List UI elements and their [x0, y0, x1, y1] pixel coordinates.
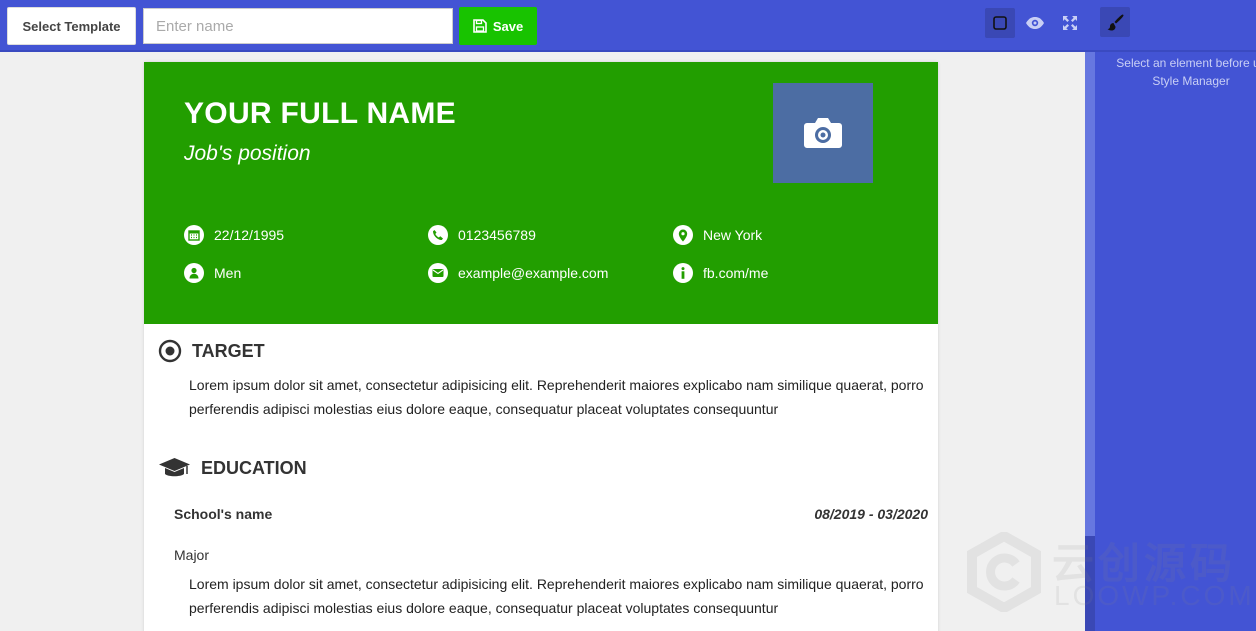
resume-canvas[interactable]: YOUR FULL NAME Job's position 22/12/1995…	[144, 62, 938, 631]
education-dates[interactable]: 08/2019 - 03/2020	[814, 506, 928, 522]
target-heading[interactable]: TARGET	[158, 339, 265, 363]
gender-text: Men	[214, 265, 242, 281]
save-button-label: Save	[492, 18, 524, 34]
info-city[interactable]: New York	[673, 225, 762, 245]
camera-icon	[804, 118, 842, 148]
message-line-2: Style Manager	[1152, 74, 1230, 88]
envelope-icon	[428, 263, 448, 283]
calendar-icon	[184, 225, 204, 245]
watermark-logo-icon	[967, 532, 1041, 612]
graduation-cap-icon	[159, 458, 190, 477]
info-social[interactable]: fb.com/me	[673, 263, 768, 283]
phone-text: 0123456789	[458, 227, 536, 243]
user-icon	[184, 263, 204, 283]
eye-icon	[1026, 17, 1044, 29]
style-manager-message: Select an element before us Style Manage…	[1095, 52, 1256, 90]
birthday-text: 22/12/1995	[214, 227, 285, 243]
info-email[interactable]: example@example.com	[428, 263, 608, 283]
fullscreen-button[interactable]	[1055, 8, 1085, 38]
email-text: example@example.com	[458, 265, 609, 281]
target-text[interactable]: Lorem ipsum dolor sit amet, consectetur …	[189, 373, 929, 421]
save-button[interactable]: Save	[459, 7, 537, 45]
floppy-disk-icon	[473, 19, 487, 33]
phone-icon	[428, 225, 448, 245]
message-line-1: Select an element before us	[1116, 56, 1256, 70]
bullseye-icon	[158, 339, 182, 363]
square-outline-icon	[993, 16, 1007, 30]
info-birthday[interactable]: 22/12/1995	[184, 225, 284, 245]
education-title: EDUCATION	[201, 457, 307, 478]
panel-header	[1095, 0, 1256, 52]
paint-brush-icon	[1107, 14, 1124, 31]
resume-header[interactable]: YOUR FULL NAME Job's position 22/12/1995…	[144, 62, 938, 324]
select-template-button[interactable]: Select Template	[7, 7, 136, 45]
education-text[interactable]: Lorem ipsum dolor sit amet, consectetur …	[189, 572, 929, 620]
editor-toolbar: Select Template Save	[0, 0, 1095, 52]
style-manager-panel: Select an element before us Style Manage…	[1095, 0, 1256, 631]
profile-photo-placeholder[interactable]	[773, 83, 873, 183]
name-input[interactable]	[143, 8, 453, 44]
info-icon	[673, 263, 693, 283]
major[interactable]: Major	[174, 547, 209, 563]
scrollbar-thumb[interactable]	[1085, 536, 1095, 631]
education-heading[interactable]: EDUCATION	[158, 456, 307, 480]
job-position[interactable]: Job's position	[184, 142, 311, 166]
social-text: fb.com/me	[703, 265, 769, 281]
info-gender[interactable]: Men	[184, 263, 241, 283]
city-text: New York	[703, 227, 763, 243]
canvas-scrollbar[interactable]	[1085, 52, 1095, 631]
full-name[interactable]: YOUR FULL NAME	[184, 97, 456, 131]
style-manager-button[interactable]	[1100, 7, 1130, 37]
component-outline-toggle[interactable]	[985, 8, 1015, 38]
map-marker-icon	[673, 225, 693, 245]
fullscreen-icon	[1063, 16, 1077, 30]
target-title: TARGET	[192, 340, 265, 361]
school-name[interactable]: School's name	[174, 506, 272, 522]
preview-button[interactable]	[1020, 8, 1050, 38]
info-phone[interactable]: 0123456789	[428, 225, 536, 245]
